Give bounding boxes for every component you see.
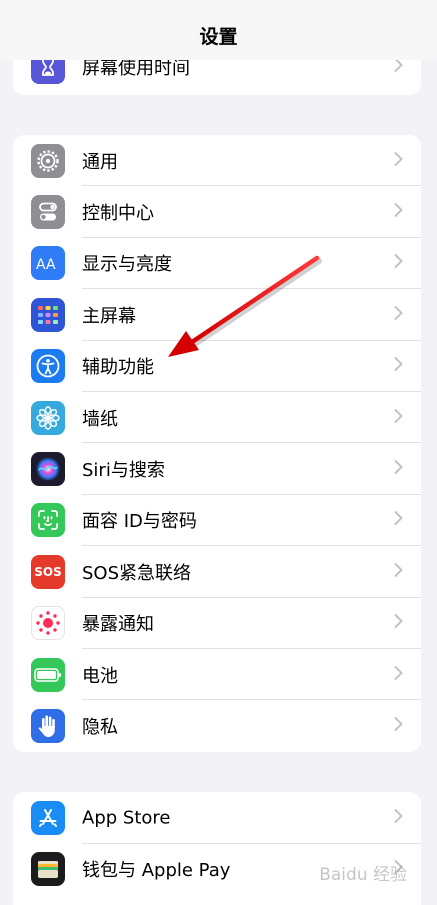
settings-group-store: App Store 钱包与 Apple Pay [13,792,421,905]
gear-icon [31,143,65,178]
settings-row-label: 辅助功能 [82,357,154,379]
chevron-right-icon [394,254,403,273]
settings-row-label: 主屏幕 [82,305,136,327]
chevron-right-icon [394,808,403,827]
sos-icon-text: SOS [34,564,62,579]
battery-icon [31,657,65,692]
settings-row-home-screen[interactable]: 主屏幕 [13,289,421,341]
settings-row-label: 电池 [82,665,118,687]
chevron-right-icon [394,716,403,735]
svg-text:AA: AA [36,257,56,273]
chevron-right-icon [394,562,403,581]
settings-row-display[interactable]: AA 显示与亮度 [13,238,421,290]
settings-row-app-store[interactable]: App Store [13,792,421,844]
chevron-right-icon [394,151,403,170]
page-title: 设置 [199,26,238,48]
watermark: Baidu 经验 [319,865,407,885]
settings-group-main: 通用 控制中心 AA 显示与亮度 主屏幕 辅助功能 墙纸 Siri与搜索 面容 … [13,135,421,752]
exposure-icon [31,606,65,641]
settings-row-exposure[interactable]: 暴露通知 [13,598,421,649]
settings-row-label: 显示与亮度 [82,254,172,276]
siri-icon [31,452,65,487]
chevron-right-icon [394,305,403,324]
settings-row-wallpaper[interactable]: 墙纸 [13,392,421,444]
settings-row-label: Siri与搜索 [82,460,165,482]
flower-icon [31,400,65,435]
faceid-icon [31,503,65,538]
settings-row-general[interactable]: 通用 [13,135,421,187]
settings-row-sos[interactable]: SOS SOS紧急联络 [13,546,421,598]
text-size-icon: AA [31,246,65,281]
settings-row-privacy[interactable]: 隐私 [13,700,421,751]
chevron-right-icon [394,58,403,77]
chevron-right-icon [394,203,403,222]
wallet-icon [31,852,65,887]
chevron-right-icon [394,511,403,530]
chevron-right-icon [394,408,403,427]
settings-row-label: 隐私 [82,716,118,738]
toggle-icon [31,195,65,230]
settings-row-label: 墙纸 [82,408,118,430]
settings-row-battery[interactable]: 电池 [13,649,421,701]
settings-row-label: 暴露通知 [82,614,154,636]
hand-icon [31,708,65,743]
settings-row-control-center[interactable]: 控制中心 [13,186,421,238]
app-store-icon [31,800,65,835]
app-grid-icon [31,297,65,332]
chevron-right-icon [394,460,403,479]
chevron-right-icon [394,665,403,684]
settings-row-label: 面容 ID与密码 [82,511,197,533]
accessibility-icon [31,349,65,384]
settings-row-siri[interactable]: Siri与搜索 [13,443,421,495]
settings-row-label: 通用 [82,151,118,173]
settings-row-label: SOS紧急联络 [82,562,192,584]
navigation-bar: 设置 [0,0,437,60]
settings-row-faceid[interactable]: 面容 ID与密码 [13,495,421,547]
settings-row-accessibility[interactable]: 辅助功能 [13,341,421,392]
chevron-right-icon [394,357,403,376]
settings-row-label: 控制中心 [82,203,154,225]
settings-row-label: App Store [82,807,171,829]
settings-row-label: 钱包与 Apple Pay [82,860,231,882]
chevron-right-icon [394,614,403,633]
sos-icon: SOS [31,554,65,589]
